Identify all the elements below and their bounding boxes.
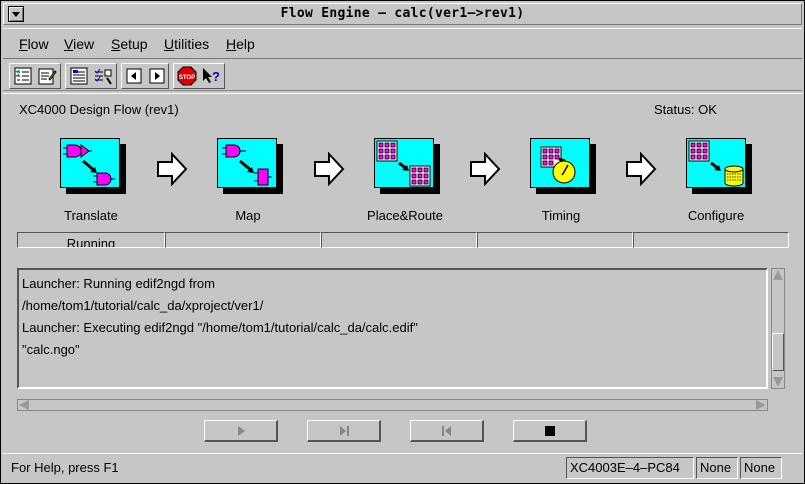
menu-setup[interactable]: Setup bbox=[111, 36, 148, 52]
flow-arrow-icon bbox=[156, 151, 188, 187]
verify-icon[interactable] bbox=[93, 66, 113, 86]
context-help-icon[interactable]: ? bbox=[201, 66, 221, 86]
window-title: Flow Engine – calc(ver1–>rev1) bbox=[280, 6, 525, 21]
step-to-start-icon bbox=[442, 426, 451, 436]
device-field: XC4003E–4–PC84 bbox=[566, 457, 694, 479]
configure-status bbox=[633, 232, 789, 248]
log-line: /home/tom1/tutorial/calc_da/xproject/ver… bbox=[22, 298, 264, 313]
translate-stage-button[interactable] bbox=[60, 138, 130, 198]
log-line: "calc.ngo" bbox=[22, 342, 80, 357]
menu-utilities[interactable]: Utilities bbox=[164, 36, 209, 52]
step-to-end-button[interactable] bbox=[307, 420, 381, 442]
place-route-status bbox=[321, 232, 477, 248]
step-forward-icon[interactable] bbox=[147, 66, 167, 86]
timing-status bbox=[477, 232, 633, 248]
toolbar-group-flow bbox=[9, 63, 61, 89]
svg-text:STOP: STOP bbox=[179, 75, 195, 81]
status-field-2: None bbox=[696, 457, 738, 479]
status-bar: For Help, press F1 XC4003E–4–PC84 None N… bbox=[3, 453, 802, 481]
map-label: Map bbox=[235, 208, 261, 223]
log-line: Launcher: Running edif2ngd from bbox=[22, 276, 215, 291]
scroll-right-icon[interactable] bbox=[756, 400, 766, 410]
timing-icon bbox=[530, 138, 590, 188]
flow-arrow-icon bbox=[313, 151, 345, 187]
scroll-left-icon[interactable] bbox=[19, 400, 29, 410]
stop-icon[interactable]: STOP bbox=[177, 66, 197, 86]
title-bar[interactable]: Flow Engine – calc(ver1–>rev1) bbox=[3, 3, 802, 25]
menu-help[interactable]: Help bbox=[226, 36, 255, 52]
translate-status: Running bbox=[17, 232, 165, 248]
scroll-up-icon[interactable] bbox=[773, 270, 783, 280]
play-icon bbox=[238, 426, 245, 436]
scroll-down-icon[interactable] bbox=[773, 377, 783, 387]
timing-label: Timing bbox=[541, 208, 581, 223]
configure-icon bbox=[686, 138, 746, 188]
menu-flow[interactable]: Flow bbox=[19, 36, 49, 52]
menu-view[interactable]: View bbox=[64, 36, 94, 52]
toolbar-group-step bbox=[121, 63, 169, 89]
step-to-end-icon bbox=[340, 426, 349, 436]
place-route-icon bbox=[374, 138, 434, 188]
configure-label: Configure bbox=[687, 208, 745, 223]
report-icon[interactable] bbox=[69, 66, 89, 86]
translate-icon bbox=[60, 138, 120, 188]
edit-options-icon[interactable] bbox=[37, 66, 57, 86]
run-button[interactable] bbox=[204, 420, 278, 442]
stop-square-icon bbox=[545, 426, 555, 436]
log-output[interactable]: Launcher: Running edif2ngd from /home/to… bbox=[17, 268, 768, 389]
step-back-icon[interactable] bbox=[124, 66, 144, 86]
configure-stage-button[interactable] bbox=[686, 138, 756, 198]
place-route-stage-button[interactable] bbox=[374, 138, 444, 198]
checklist-icon[interactable] bbox=[13, 66, 33, 86]
map-status bbox=[165, 232, 321, 248]
flow-arrow-icon bbox=[625, 151, 657, 187]
toolbar: STOP ? bbox=[3, 61, 802, 91]
map-stage-button[interactable] bbox=[217, 138, 287, 198]
flow-engine-window: Flow Engine – calc(ver1–>rev1) Flow View… bbox=[0, 0, 805, 484]
map-icon bbox=[217, 138, 277, 188]
timing-stage-button[interactable] bbox=[530, 138, 600, 198]
status-field-3: None bbox=[740, 457, 782, 479]
help-hint: For Help, press F1 bbox=[11, 460, 119, 475]
flow-status: Status: OK bbox=[654, 102, 717, 117]
flow-arrow-icon bbox=[469, 151, 501, 187]
design-flow-panel: XC4000 Design Flow (rev1) Status: OK Tra… bbox=[3, 93, 802, 451]
toolbar-group-report bbox=[65, 63, 117, 89]
log-horizontal-scrollbar[interactable] bbox=[17, 399, 768, 411]
scroll-thumb[interactable] bbox=[772, 333, 784, 371]
flow-title: XC4000 Design Flow (rev1) bbox=[19, 102, 179, 117]
stop-button[interactable] bbox=[513, 420, 587, 442]
toolbar-group-control: STOP ? bbox=[173, 63, 225, 89]
svg-text:?: ? bbox=[212, 69, 220, 84]
log-line: Launcher: Executing edif2ngd "/home/tom1… bbox=[22, 320, 418, 335]
place-route-label: Place&Route bbox=[367, 208, 443, 223]
step-to-start-button[interactable] bbox=[410, 420, 484, 442]
menu-bar: Flow View Setup Utilities Help bbox=[3, 28, 802, 59]
translate-label: Translate bbox=[64, 208, 118, 223]
log-vertical-scrollbar[interactable] bbox=[771, 268, 785, 389]
